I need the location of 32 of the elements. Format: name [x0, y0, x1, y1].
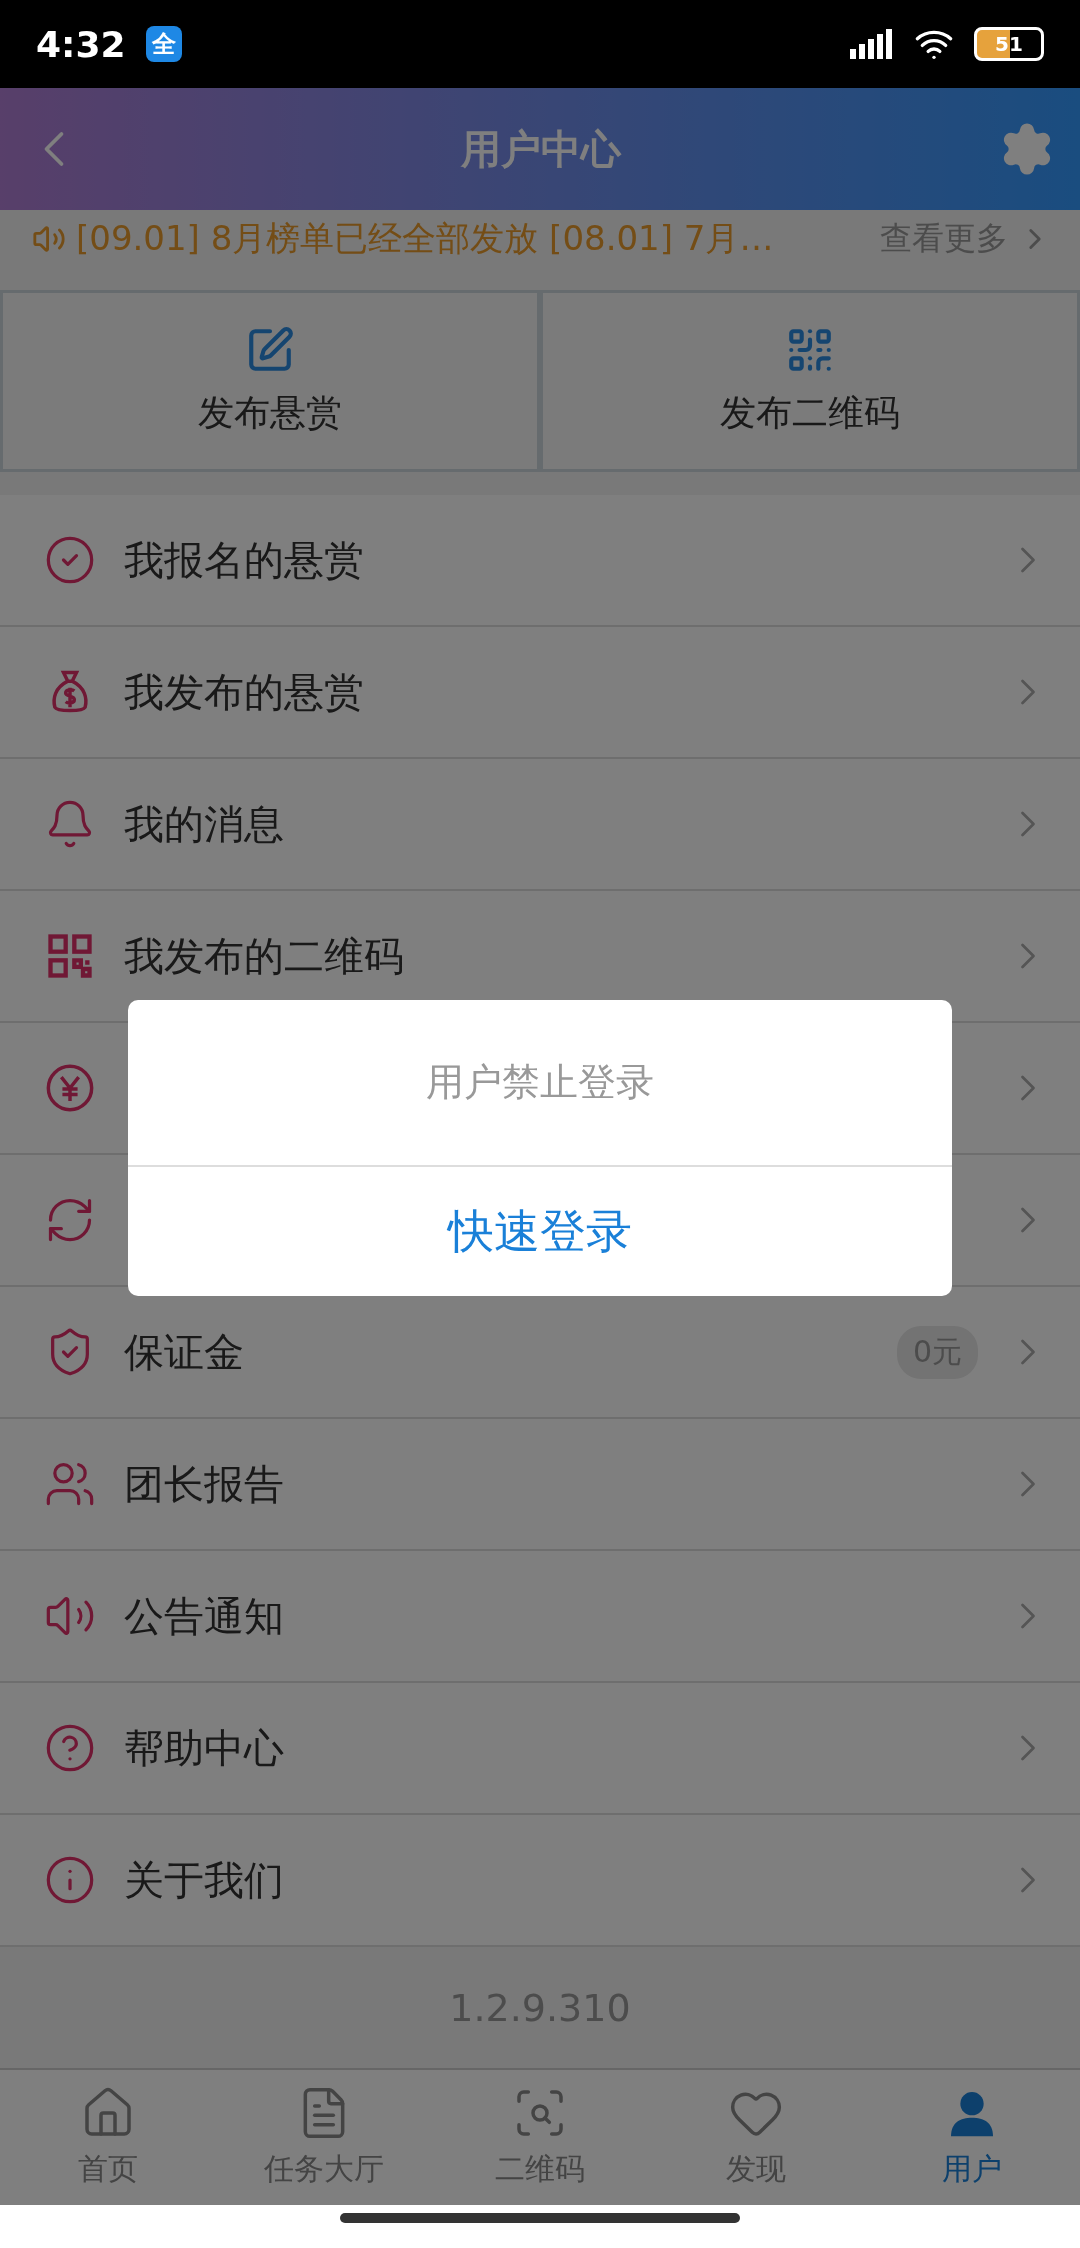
info-icon [44, 1854, 96, 1906]
menu-label: 我发布的二维码 [124, 931, 405, 981]
menu-label: 公告通知 [124, 1591, 285, 1641]
yen-circle-icon [44, 1062, 96, 1114]
nav-tab[interactable]: 首页 [0, 2070, 216, 2205]
shortcut-button[interactable]: 发布悬赏 [0, 290, 540, 472]
nav-tab[interactable]: 二维码 [432, 2070, 648, 2205]
menu-label: 我报名的悬赏 [124, 535, 365, 585]
menu-item[interactable]: 关于我们 [0, 1815, 1080, 1947]
menu-item[interactable]: 公告通知 [0, 1551, 1080, 1683]
help-icon [44, 1722, 96, 1774]
menu-label: 保证金 [124, 1327, 245, 1377]
signal-icon [850, 29, 894, 59]
menu-item[interactable]: 团长报告 [0, 1419, 1080, 1551]
menu-item[interactable]: 帮助中心 [0, 1683, 1080, 1815]
app-notification-icon: 全 [145, 26, 182, 62]
menu-label: 关于我们 [124, 1855, 285, 1905]
page-title: 用户中心 [461, 124, 621, 174]
check-circle-icon [44, 534, 96, 586]
menu-label: 我发布的悬赏 [124, 667, 365, 717]
menu-label: 我的消息 [124, 799, 285, 849]
nav-tab[interactable]: 用户 [864, 2070, 1080, 2205]
nav-tab[interactable]: 任务大厅 [216, 2070, 432, 2205]
status-time: 4:32 [36, 23, 126, 65]
menu-item[interactable]: 我的消息 [0, 759, 1080, 891]
menu-item[interactable]: 我发布的悬赏 [0, 627, 1080, 759]
menu-item[interactable]: 我报名的悬赏 [0, 495, 1080, 627]
dialog-message: 用户禁止登录 [426, 1059, 654, 1106]
nav-tab[interactable]: 发现 [648, 2070, 864, 2205]
shortcut-button[interactable]: 发布二维码 [540, 290, 1080, 472]
menu-label: 团长报告 [124, 1459, 285, 1509]
menu-label: 帮助中心 [124, 1723, 285, 1773]
